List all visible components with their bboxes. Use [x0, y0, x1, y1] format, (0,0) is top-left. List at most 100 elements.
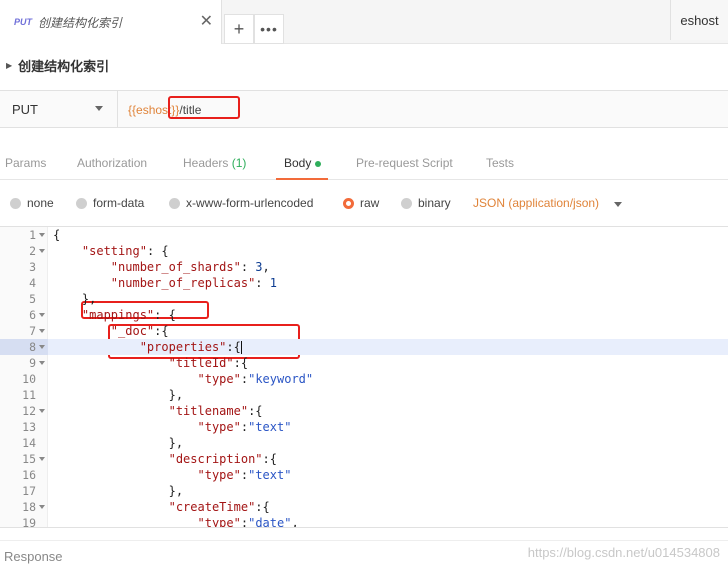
code-line[interactable]: 11 }, [0, 387, 728, 403]
request-tabs: Params Authorization Headers (1) Body Pr… [0, 146, 728, 180]
code-line[interactable]: 12 "titlename":{ [0, 403, 728, 419]
line-number: 9 [29, 356, 36, 370]
method-value: PUT [12, 102, 38, 117]
code-text: }, [168, 484, 184, 498]
fold-arrow-icon[interactable] [39, 505, 45, 509]
code-line[interactable]: 17 }, [0, 483, 728, 499]
code-text: }, [81, 292, 97, 306]
line-number: 1 [29, 228, 36, 242]
watermark: https://blog.csdn.net/u014534808 [527, 545, 720, 560]
code-editor[interactable]: 1{2 "setting": {3 "number_of_shards": 3,… [0, 226, 728, 528]
tab-pre-request-script[interactable]: Pre-request Script [356, 156, 453, 170]
radio-binary-label: binary [418, 196, 451, 210]
tab-body[interactable]: Body [284, 156, 322, 170]
line-number: 12 [22, 404, 36, 418]
tab-headers[interactable]: Headers (1) [183, 156, 246, 170]
code-line[interactable]: 4 "number_of_replicas": 1 [0, 275, 728, 291]
line-number: 10 [22, 372, 36, 386]
fold-arrow-icon[interactable] [39, 409, 45, 413]
url-variable: {{eshost}} [128, 102, 180, 117]
line-number: 7 [29, 324, 36, 338]
code-line[interactable]: 10 "type":"keyword" [0, 371, 728, 387]
close-icon[interactable]: ✕ [200, 14, 213, 30]
content-type-select[interactable]: JSON (application/json) [473, 196, 599, 210]
code-line[interactable]: 13 "type":"text" [0, 419, 728, 435]
code-line[interactable]: 5 }, [0, 291, 728, 307]
tab-tests[interactable]: Tests [486, 156, 514, 170]
fold-arrow-icon[interactable] [39, 361, 45, 365]
fold-arrow-icon[interactable] [39, 345, 45, 349]
line-number: 13 [22, 420, 36, 434]
expand-caret-icon[interactable]: ▶ [6, 61, 12, 70]
tab-title: 创建结构化索引 [38, 15, 123, 30]
fold-arrow-icon[interactable] [39, 249, 45, 253]
line-number: 2 [29, 244, 36, 258]
code-line[interactable]: 1{ [0, 227, 728, 243]
radio-form-data-label: form-data [93, 196, 145, 210]
radio-raw[interactable]: raw [343, 196, 379, 210]
code-text: "createTime":{ [168, 500, 270, 514]
chevron-down-icon[interactable] [614, 202, 622, 207]
code-text: }, [168, 436, 184, 450]
environment-selector[interactable]: eshost [670, 0, 728, 40]
radio-selected-icon [343, 197, 354, 209]
fold-arrow-icon[interactable] [39, 457, 45, 461]
tab-authorization[interactable]: Authorization [77, 156, 147, 170]
code-text: "number_of_shards": 3, [110, 260, 270, 274]
code-text: { [53, 228, 61, 242]
line-number: 3 [29, 260, 36, 274]
line-number: 6 [29, 308, 36, 322]
tab-bar: PUT 创建结构化索引 ✕ + ••• eshost [0, 0, 728, 44]
radio-circle-icon [76, 197, 87, 209]
code-line[interactable]: 6 "mappings": { [0, 307, 728, 323]
code-line[interactable]: 9 "titleId":{ [0, 355, 728, 371]
line-number: 14 [22, 436, 36, 450]
radio-x-www-form-urlencoded[interactable]: x-www-form-urlencoded [169, 196, 313, 210]
active-dot-icon [315, 160, 322, 167]
code-text: "type":"keyword" [197, 372, 314, 386]
tab-params[interactable]: Params [5, 156, 46, 170]
line-number: 16 [22, 468, 36, 482]
code-text: "mappings": { [81, 308, 176, 322]
radio-circle-icon [169, 197, 180, 209]
code-line[interactable]: 15 "description":{ [0, 451, 728, 467]
code-line[interactable]: 7 "_doc":{ [0, 323, 728, 339]
url-input[interactable]: {{eshost}}/title [128, 91, 201, 128]
request-name[interactable]: 创建结构化索引 [18, 56, 109, 75]
code-text: "type":"text" [197, 420, 292, 434]
method-select[interactable]: PUT [0, 91, 118, 128]
text-cursor [240, 341, 242, 354]
request-name-row: ▶ 创建结构化索引 [0, 44, 728, 86]
code-line[interactable]: 2 "setting": { [0, 243, 728, 259]
more-tabs-button[interactable]: ••• [254, 14, 284, 44]
radio-none[interactable]: none [10, 196, 54, 210]
code-line[interactable]: 16 "type":"text" [0, 467, 728, 483]
code-text: "number_of_replicas": 1 [110, 276, 277, 290]
code-line[interactable]: 19 "type":"date", [0, 515, 728, 527]
chevron-down-icon [95, 106, 103, 111]
code-text: "titlename":{ [168, 404, 263, 418]
radio-circle-icon [401, 197, 412, 209]
line-number: 8 [29, 340, 36, 354]
code-line[interactable]: 18 "createTime":{ [0, 499, 728, 515]
active-tab-underline [276, 178, 328, 180]
new-tab-button[interactable]: + [224, 14, 254, 44]
line-number: 4 [29, 276, 36, 290]
url-path: /title [179, 102, 202, 117]
radio-form-data[interactable]: form-data [76, 196, 144, 210]
tab-method-label: PUT [14, 17, 32, 27]
code-text: "properties":{ [139, 340, 242, 354]
request-tab[interactable]: PUT 创建结构化索引 ✕ [0, 0, 222, 44]
radio-urlencoded-label: x-www-form-urlencoded [186, 196, 314, 210]
code-line[interactable]: 14 }, [0, 435, 728, 451]
line-number: 17 [22, 484, 36, 498]
code-line[interactable]: 3 "number_of_shards": 3, [0, 259, 728, 275]
line-number: 11 [22, 388, 36, 402]
code-text: "type":"text" [197, 468, 292, 482]
line-number: 18 [22, 500, 36, 514]
code-line[interactable]: 8 "properties":{ [0, 339, 728, 355]
fold-arrow-icon[interactable] [39, 329, 45, 333]
fold-arrow-icon[interactable] [39, 233, 45, 237]
radio-binary[interactable]: binary [401, 196, 451, 210]
fold-arrow-icon[interactable] [39, 313, 45, 317]
